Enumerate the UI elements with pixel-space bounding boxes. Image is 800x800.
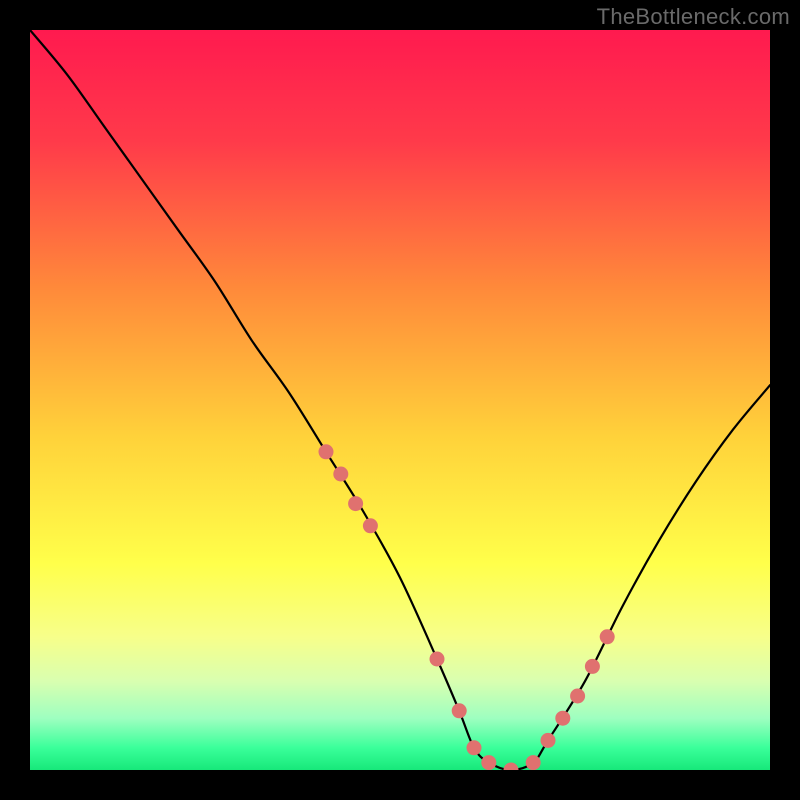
highlight-point: [430, 652, 445, 667]
highlight-point: [585, 659, 600, 674]
highlight-markers: [319, 444, 615, 770]
highlight-point: [452, 703, 467, 718]
highlight-point: [541, 733, 556, 748]
curve-layer: [30, 30, 770, 770]
highlight-point: [504, 763, 519, 771]
highlight-point: [570, 689, 585, 704]
plot-area: [30, 30, 770, 770]
highlight-point: [600, 629, 615, 644]
highlight-point: [526, 755, 541, 770]
highlight-point: [333, 467, 348, 482]
chart-container: TheBottleneck.com: [0, 0, 800, 800]
highlight-point: [555, 711, 570, 726]
bottleneck-curve: [30, 30, 770, 770]
highlight-point: [348, 496, 363, 511]
highlight-point: [319, 444, 334, 459]
watermark-text: TheBottleneck.com: [597, 4, 790, 30]
highlight-point: [363, 518, 378, 533]
highlight-point: [467, 740, 482, 755]
highlight-point: [481, 755, 496, 770]
